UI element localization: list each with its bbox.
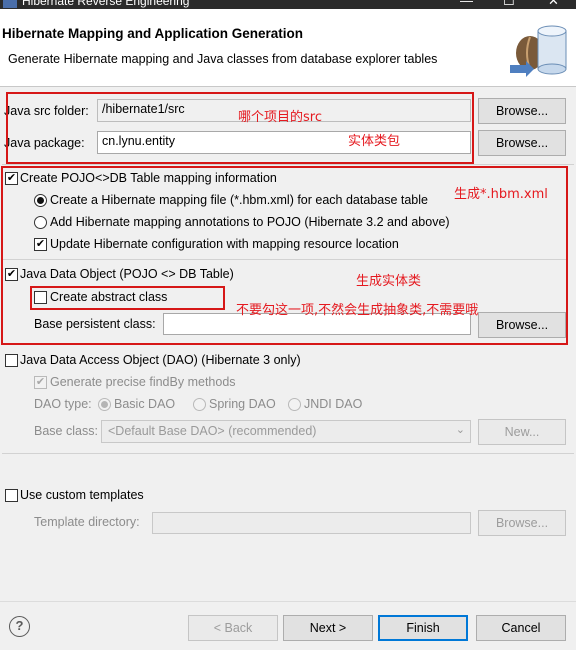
annotation-entity-note: 生成实体类 xyxy=(356,274,422,289)
annotation-abstract-note: 不要勾这一项,不然会生成抽象类,不需要哦 xyxy=(236,303,479,318)
cancel-button[interactable]: Cancel xyxy=(476,615,566,641)
package-browse-button[interactable]: Browse... xyxy=(478,130,566,156)
src-folder-browse-button[interactable]: Browse... xyxy=(478,98,566,124)
custom-templates-checkbox[interactable] xyxy=(5,489,18,502)
wizard-header: Hibernate Mapping and Application Genera… xyxy=(0,9,576,87)
custom-templates-label: Use custom templates xyxy=(20,488,144,502)
findby-checkbox[interactable]: ✔ xyxy=(34,376,47,389)
template-directory-field[interactable] xyxy=(152,512,471,534)
separator xyxy=(2,453,574,454)
dao-label: Java Data Access Object (DAO) (Hibernate… xyxy=(20,353,301,367)
annotation-hbm-note: 生成*.hbm.xml xyxy=(454,187,548,202)
separator xyxy=(2,164,574,165)
template-directory-label: Template directory: xyxy=(34,515,140,529)
dao-type-basic-label: Basic DAO xyxy=(114,397,176,411)
dao-base-class-select[interactable]: <Default Base DAO> (recommended) ⌄ xyxy=(101,420,471,443)
next-button[interactable]: Next > xyxy=(283,615,373,641)
dao-base-class-value: <Default Base DAO> (recommended) xyxy=(108,424,317,438)
annotation-package-note: 实体类包 xyxy=(348,134,401,149)
findby-label: Generate precise findBy methods xyxy=(50,375,236,389)
page-description: Generate Hibernate mapping and Java clas… xyxy=(8,52,438,66)
annotation-box-source xyxy=(6,92,474,164)
dao-type-spring-label: Spring DAO xyxy=(209,397,276,411)
template-browse-button[interactable]: Browse... xyxy=(478,510,566,536)
minimize-icon[interactable]: — xyxy=(460,0,473,8)
dao-checkbox[interactable] xyxy=(5,354,18,367)
dao-new-button[interactable]: New... xyxy=(478,419,566,445)
dao-type-jndi-label: JNDI DAO xyxy=(304,397,363,411)
help-icon[interactable]: ? xyxy=(9,616,30,637)
chevron-down-icon: ⌄ xyxy=(455,424,465,436)
title-bar: Hibernate Reverse Engineering — ☐ ✕ xyxy=(0,0,576,9)
finish-button[interactable]: Finish xyxy=(378,615,468,641)
dao-type-basic-radio[interactable] xyxy=(98,398,111,411)
footer-separator xyxy=(0,601,576,602)
annotation-src-note: 哪个项目的src xyxy=(238,110,322,125)
maximize-icon[interactable]: ☐ xyxy=(503,0,515,9)
dao-type-spring-radio[interactable] xyxy=(193,398,206,411)
hibernate-db-icon xyxy=(510,25,567,77)
back-button[interactable]: < Back xyxy=(188,615,278,641)
annotation-box-abstract xyxy=(30,286,225,310)
page-title: Hibernate Mapping and Application Genera… xyxy=(2,26,304,41)
dao-base-class-label: Base class: xyxy=(34,424,98,438)
dao-type-jndi-radio[interactable] xyxy=(288,398,301,411)
window-title: Hibernate Reverse Engineering xyxy=(22,0,190,8)
close-icon[interactable]: ✕ xyxy=(548,0,559,9)
dao-type-label: DAO type: xyxy=(34,397,92,411)
app-icon xyxy=(3,0,17,8)
